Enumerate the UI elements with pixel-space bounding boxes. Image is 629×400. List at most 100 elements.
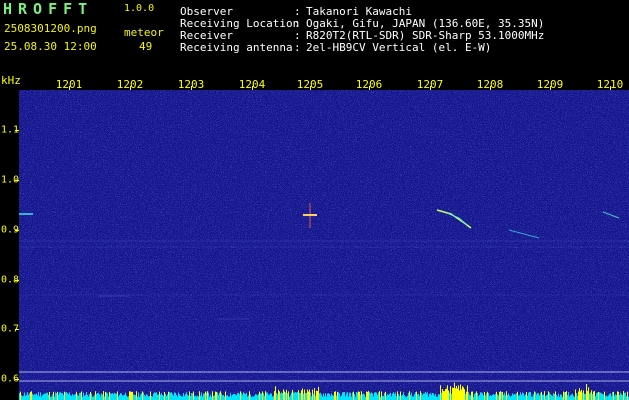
spectrogram-plot[interactable] (19, 90, 629, 400)
histogram-bar (22, 396, 23, 400)
histogram-bar (611, 396, 612, 400)
histogram-bar (496, 391, 497, 400)
histogram-bar (535, 392, 536, 400)
histogram-bar (454, 382, 455, 400)
histogram-bar (476, 391, 477, 400)
histogram-bar (569, 396, 570, 400)
histogram-bar (169, 392, 170, 400)
histogram-bar (393, 392, 394, 400)
histogram-bar (184, 395, 185, 400)
histogram-bar (420, 391, 421, 400)
histogram-bar (214, 395, 215, 400)
histogram-bar (353, 391, 354, 400)
histogram-bar (175, 392, 176, 400)
histogram-bar (313, 393, 314, 400)
histogram-bar (241, 393, 242, 400)
histogram-bar (339, 393, 340, 400)
histogram-bar (544, 391, 545, 400)
histogram-bar (283, 389, 284, 400)
histogram-bar (104, 396, 105, 400)
histogram-bar (457, 388, 458, 400)
histogram-bar (523, 393, 524, 400)
histogram-bar (425, 392, 426, 400)
histogram-bar (319, 393, 320, 400)
histogram-bar (128, 396, 129, 400)
histogram-bar (198, 396, 199, 400)
histogram-bar (158, 394, 159, 400)
histogram-bar (255, 394, 256, 400)
histogram-bar (470, 395, 471, 400)
histogram-bar (45, 393, 46, 400)
histogram-bar (108, 396, 109, 400)
histogram-bar (438, 394, 439, 400)
histogram-bar (594, 391, 595, 400)
histogram-bar (472, 391, 473, 400)
histogram-bar (66, 392, 67, 400)
histogram-bar (201, 392, 202, 400)
histogram-bar (161, 393, 162, 400)
histogram-bar (203, 393, 204, 400)
histogram-bar (452, 387, 453, 400)
histogram-bar (221, 393, 222, 400)
histogram-bar (286, 389, 287, 400)
histogram-bar (396, 396, 397, 400)
histogram-bar (431, 394, 432, 400)
histogram-bar (147, 395, 148, 400)
histogram-bar (433, 393, 434, 400)
histogram-bar (482, 393, 483, 400)
histogram-bar (475, 392, 476, 400)
histogram-bar (204, 393, 205, 400)
histogram-bar (616, 395, 617, 400)
histogram-bar (76, 391, 77, 400)
histogram-bar (125, 392, 126, 400)
histogram-bar (349, 392, 350, 400)
histogram-bar (227, 395, 228, 400)
histogram-bar (409, 391, 410, 400)
histogram-bar (138, 392, 139, 400)
histogram-bar (334, 391, 335, 400)
histogram-bar (222, 395, 223, 400)
histogram-bar (360, 395, 361, 400)
histogram-bar (60, 392, 61, 400)
histogram-bar (318, 386, 319, 400)
histogram-bar (615, 394, 616, 400)
histogram-bar (325, 393, 326, 400)
histogram-bar (86, 392, 87, 400)
histogram-bar (603, 394, 604, 400)
histogram-bar (491, 395, 492, 400)
histogram-bar (414, 394, 415, 400)
histogram-bar (520, 392, 521, 400)
histogram-bar (105, 391, 106, 400)
histogram-bar (596, 393, 597, 400)
histogram-bar (229, 396, 230, 400)
histogram-bar (328, 393, 329, 400)
histogram-bar (156, 392, 157, 400)
histogram-bar (24, 392, 25, 400)
histogram-bar (343, 392, 344, 400)
histogram-bar (465, 393, 466, 400)
histogram-bar (347, 392, 348, 400)
histogram-bar (268, 394, 269, 400)
histogram-bar (112, 393, 113, 400)
histogram-bar (210, 394, 211, 400)
histogram-bar (619, 395, 620, 400)
histogram-bar (239, 394, 240, 400)
histogram-bar (423, 393, 424, 400)
histogram-bar (573, 396, 574, 400)
histogram-bar (550, 394, 551, 400)
histogram-bar (316, 390, 317, 400)
histogram-bar (494, 395, 495, 400)
histogram-bar (439, 394, 440, 400)
histogram-bar (336, 395, 337, 400)
histogram-bar (335, 391, 336, 400)
histogram-bar (329, 393, 330, 400)
histogram-bar (275, 386, 276, 400)
histogram-bar (389, 393, 390, 400)
histogram-bar (207, 391, 208, 400)
histogram-bar (220, 391, 221, 400)
histogram-bar (53, 391, 54, 400)
histogram-bar (416, 391, 417, 400)
histogram-bar (36, 393, 37, 400)
histogram-bar (188, 395, 189, 400)
histogram-bar (159, 391, 160, 400)
